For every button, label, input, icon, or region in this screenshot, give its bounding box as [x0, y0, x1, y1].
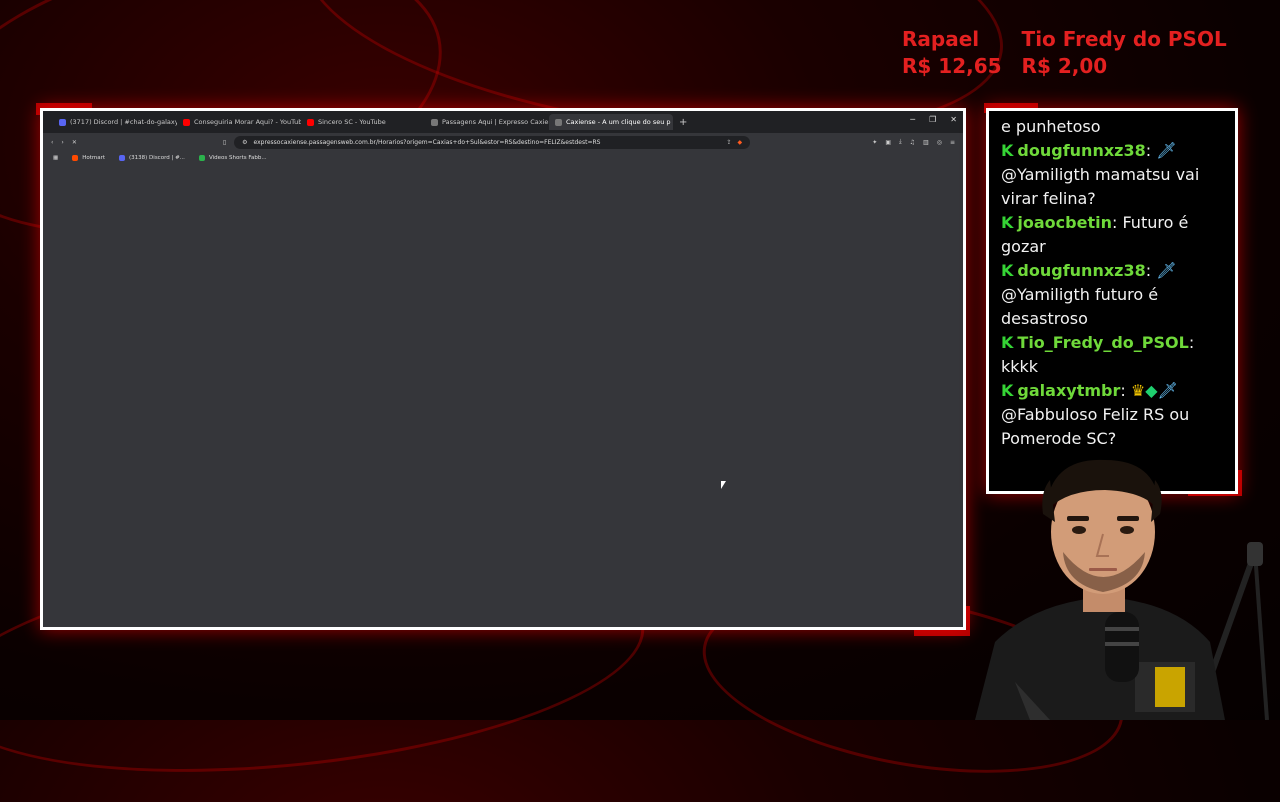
chat-message: Kdougfunnxz38: 🗡 @Yamiligth mamatsu vai …: [1001, 141, 1200, 208]
browser-tab[interactable]: (3717) Discord | #chat-do-galaxy | El: [53, 114, 177, 130]
donation-entry: Tio Fredy do PSOL R$ 2,00: [1022, 26, 1227, 80]
browser-tab[interactable]: Sincero SC - YouTube: [301, 114, 425, 130]
chat-message: Kdougfunnxz38: 🗡 @Yamiligth futuro é des…: [1001, 261, 1177, 328]
chat-message-text: @Yamiligth futuro é desastroso: [1001, 285, 1159, 328]
playlist-icon[interactable]: ♫: [910, 139, 915, 146]
apps-grid-icon[interactable]: ▦: [53, 155, 58, 161]
chat-message-text: @Yamiligth mamatsu vai virar felina?: [1001, 165, 1200, 208]
browser-tab[interactable]: Conseguiria Morar Aqui? - YouTube: [177, 114, 301, 130]
youtube-icon: [183, 118, 190, 126]
chat-message: Kjoaocbetin: Futuro é gozar: [1001, 213, 1189, 256]
donations-ticker: Rapael R$ 12,65 Tio Fredy do PSOL R$ 2,0…: [902, 26, 1227, 80]
bookmark-label: Hotmart: [82, 155, 106, 161]
media-icon[interactable]: ▣: [885, 139, 891, 146]
window-controls: ─ ❐ ✕: [910, 115, 957, 124]
page-content-blank[interactable]: [43, 165, 963, 627]
extensions-icon[interactable]: ✦: [872, 139, 877, 146]
chat-message: K Tio_Fredy_do_PSOL: kkkk: [1001, 333, 1195, 376]
hotmart-icon: [72, 155, 79, 161]
download-icon[interactable]: ⤓: [899, 138, 902, 146]
tab-label: Conseguiria Morar Aqui? - YouTube: [194, 118, 301, 126]
tab-label: Caxiense - A um clique do seu p: [566, 118, 671, 126]
forward-icon[interactable]: ›: [61, 139, 63, 146]
minimize-icon[interactable]: ─: [910, 115, 915, 124]
bookmarks-bar: ▦ Hotmart (3138) Discord | #... Videos S…: [43, 151, 963, 166]
site-icon: [431, 118, 438, 126]
chat-message: e punhetoso: [1001, 115, 1227, 139]
kick-badge-icon: K: [1001, 333, 1014, 352]
chat-message-text: @Fabbuloso Feliz RS ou Pomerode SC?: [1001, 405, 1190, 448]
diamond-icon: ◆: [1145, 381, 1158, 400]
sword-icon: 🗡: [1157, 381, 1178, 400]
tab-label: (3717) Discord | #chat-do-galaxy | El: [70, 118, 177, 126]
donation-amount: R$ 2,00: [1021, 54, 1108, 78]
crown-icon: ♛: [1130, 381, 1146, 400]
streamer-webcam: [975, 459, 1269, 720]
stop-loading-icon[interactable]: ✕: [72, 139, 77, 146]
browser-tab[interactable]: Passagens Aqui | Expresso Caxiense: [425, 114, 549, 130]
menu-icon[interactable]: ≡: [950, 139, 955, 146]
kick-badge-icon: K: [1001, 261, 1014, 280]
bookmark-item[interactable]: (3138) Discord | #...: [119, 155, 185, 161]
kick-badge-icon: K: [1001, 213, 1014, 232]
close-window-icon[interactable]: ✕: [950, 115, 957, 124]
share-icon[interactable]: ⇪: [727, 139, 732, 146]
discord-icon: [119, 155, 126, 161]
mouse-cursor-icon: [721, 481, 726, 489]
chat-username: galaxytmbr: [1017, 381, 1121, 400]
bookmark-label: Videos Shorts Fabb...: [208, 155, 267, 161]
kick-badge-icon: K: [1001, 381, 1014, 400]
sword-icon: 🗡: [1156, 261, 1177, 280]
donation-entry: Rapael R$ 12,65: [902, 26, 1002, 80]
address-bar-row: ‹ › ✕ ▯ ⚙ expressocaxiense.passagensweb.…: [43, 133, 963, 151]
kick-badge-icon: K: [1001, 141, 1014, 160]
bookmark-item[interactable]: Hotmart: [72, 155, 105, 161]
chat-username: dougfunnxz38: [1017, 261, 1146, 280]
discord-icon: [59, 118, 66, 126]
donor-name: Rapael: [902, 27, 980, 51]
chat-username: dougfunnxz38: [1017, 141, 1146, 160]
chat-message-text: e punhetoso: [1001, 117, 1101, 136]
bookmark-icon[interactable]: ▯: [223, 139, 226, 146]
bookmark-label: (3138) Discord | #...: [129, 155, 185, 161]
back-icon[interactable]: ‹: [51, 139, 53, 146]
browser-tab-active[interactable]: Caxiense - A um clique do seu p ✕: [549, 114, 673, 130]
maximize-icon[interactable]: ❐: [929, 115, 936, 124]
folder-icon: [198, 155, 205, 161]
donor-name: Tio Fredy do PSOL: [1021, 27, 1227, 51]
browser-window: (3717) Discord | #chat-do-galaxy | El Co…: [40, 108, 966, 630]
chat-overlay: e punhetoso Kdougfunnxz38: 🗡 @Yamiligth …: [986, 108, 1238, 494]
chat-message-list: e punhetoso Kdougfunnxz38: 🗡 @Yamiligth …: [1001, 115, 1227, 451]
address-bar[interactable]: ⚙ expressocaxiense.passagensweb.com.br/H…: [234, 135, 751, 149]
tab-label: Sincero SC - YouTube: [318, 118, 386, 126]
chat-message: Kgalaxytmbr: ♛◆🗡 @Fabbuloso Feliz RS ou …: [1001, 381, 1190, 448]
wallet-icon[interactable]: ◎: [937, 139, 942, 146]
brave-shield-icon[interactable]: ◆: [738, 139, 743, 146]
chat-message-text: kkkk: [1001, 357, 1039, 376]
chat-username: joaocbetin: [1017, 213, 1112, 232]
site-info-icon[interactable]: ⚙: [242, 139, 247, 146]
sidebar-icon[interactable]: ▥: [923, 139, 929, 146]
youtube-icon: [307, 118, 314, 126]
new-tab-button[interactable]: +: [679, 117, 687, 128]
bookmark-item[interactable]: Videos Shorts Fabb...: [198, 155, 267, 161]
sword-icon: 🗡: [1156, 141, 1177, 160]
loading-icon: [555, 118, 562, 126]
url-text: expressocaxiense.passagensweb.com.br/Hor…: [253, 138, 601, 146]
tab-label: Passagens Aqui | Expresso Caxiense: [442, 118, 549, 126]
tab-bar: (3717) Discord | #chat-do-galaxy | El Co…: [43, 111, 963, 133]
donation-amount: R$ 12,65: [902, 54, 1002, 78]
chat-username: Tio_Fredy_do_PSOL: [1017, 333, 1189, 352]
